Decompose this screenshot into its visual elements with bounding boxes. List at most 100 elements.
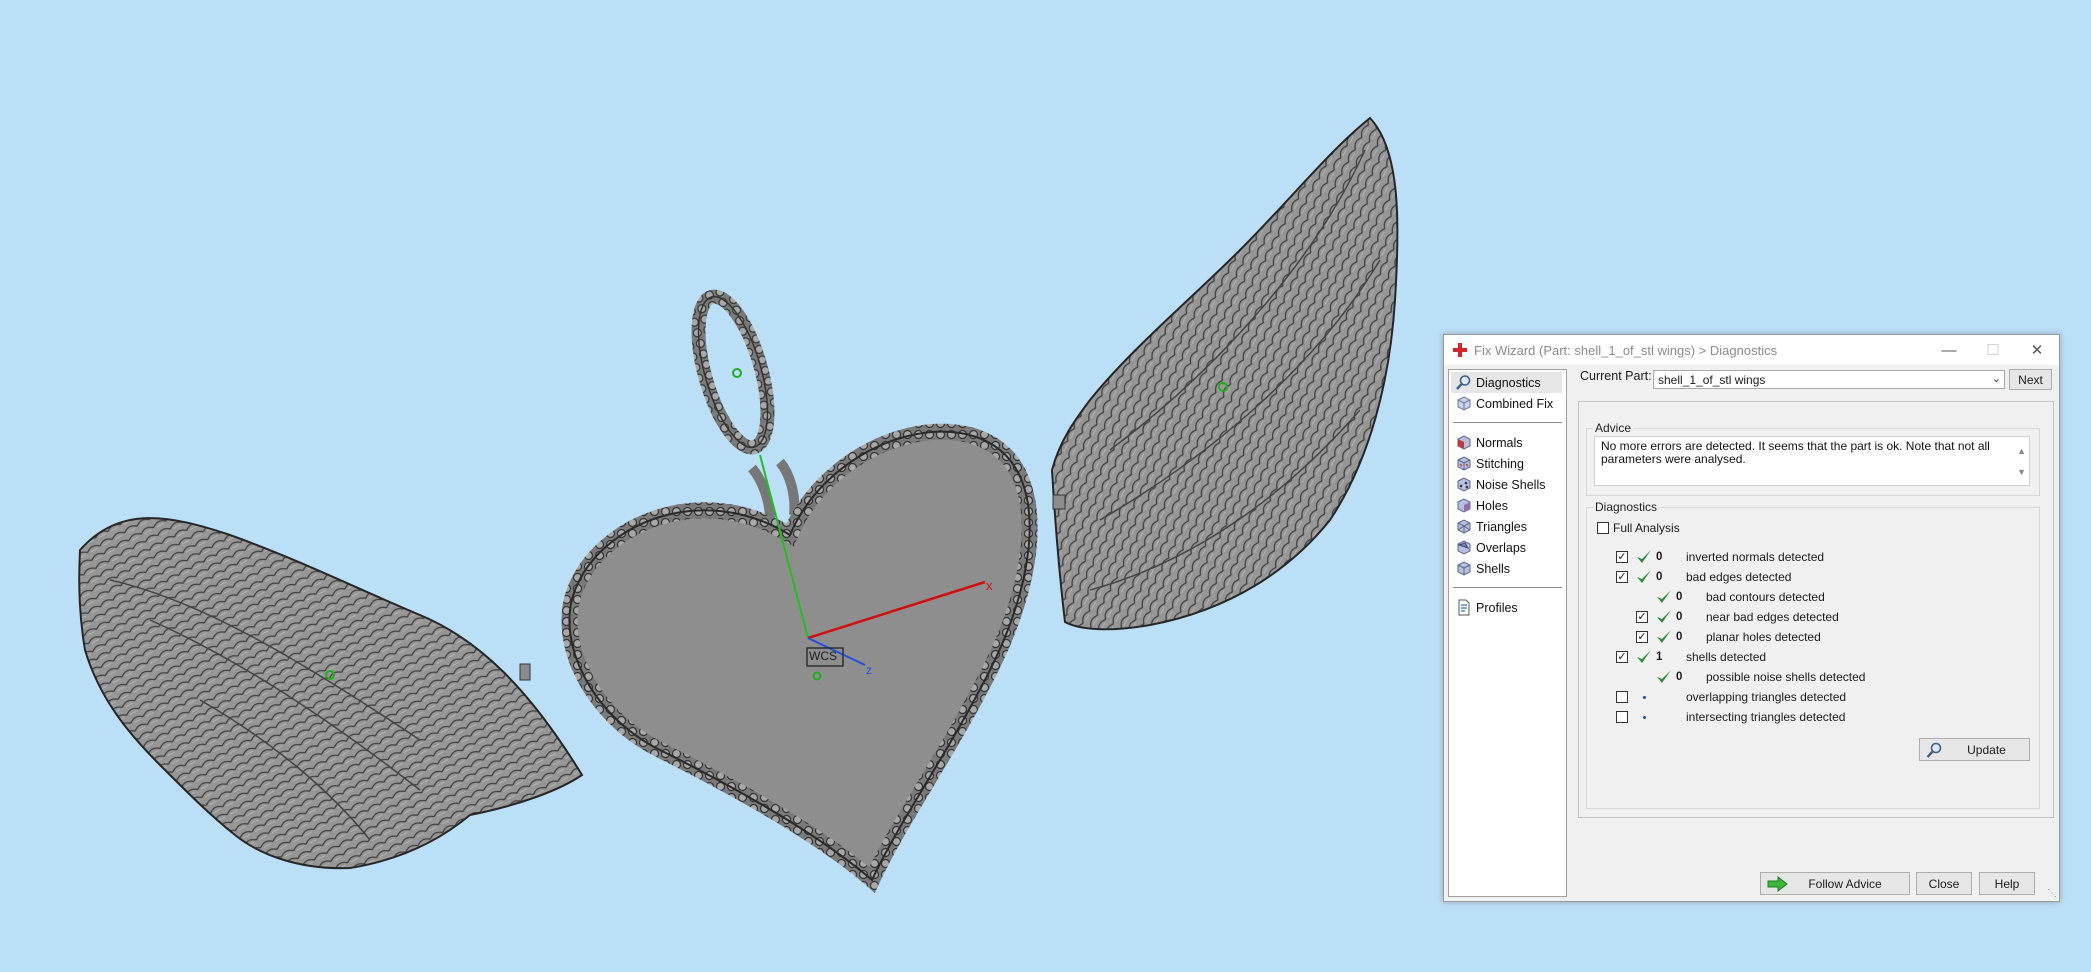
heart-pendant-model: [561, 423, 1038, 893]
row-checkbox[interactable]: [1616, 711, 1628, 723]
minimize-button[interactable]: —: [1927, 335, 1971, 365]
checkbox[interactable]: [1597, 522, 1609, 534]
sidebar-item-stitching[interactable]: Stitching: [1449, 453, 1566, 474]
fix-wizard-sidebar: Diagnostics Combined Fix Normals Stitchi…: [1448, 369, 1567, 897]
pending-dot-icon: [1642, 695, 1646, 699]
sidebar-item-label: Stitching: [1476, 456, 1524, 471]
holes-cube-icon: [1457, 498, 1471, 513]
green-check-icon: [1657, 590, 1671, 603]
red-cross-app-icon: [1453, 343, 1467, 357]
green-check-icon: [1657, 670, 1671, 683]
sidebar-item-combined-fix[interactable]: Combined Fix: [1449, 393, 1566, 414]
sidebar-item-overlaps[interactable]: Overlaps: [1449, 537, 1566, 558]
sidebar-item-label: Diagnostics: [1476, 375, 1541, 390]
maximize-button[interactable]: ☐: [1971, 335, 2015, 365]
green-check-icon: [1657, 610, 1671, 623]
advice-text: No more errors are detected. It seems th…: [1601, 439, 1990, 466]
sidebar-item-holes[interactable]: Holes: [1449, 495, 1566, 516]
sidebar-divider: [1453, 587, 1562, 588]
sidebar-item-normals[interactable]: Normals: [1449, 432, 1566, 453]
sidebar-item-label: Normals: [1476, 435, 1523, 450]
close-button[interactable]: Close: [1916, 872, 1972, 895]
sidebar-item-shells[interactable]: Shells: [1449, 558, 1566, 579]
sidebar-item-profiles[interactable]: Profiles: [1449, 597, 1566, 618]
advice-title: Advice: [1593, 421, 1634, 435]
current-part-dropdown[interactable]: shell_1_of_stl wings ⌄: [1653, 370, 2005, 389]
diagnostic-label: planar holes detected: [1706, 630, 1821, 644]
z-axis-label: z: [866, 663, 872, 677]
sidebar-item-label: Holes: [1476, 498, 1508, 513]
diagnostic-row: ✓ 0 bad edges detected: [1616, 568, 1791, 586]
current-part-value: shell_1_of_stl wings: [1658, 372, 1766, 387]
triangles-cube-icon: [1457, 519, 1471, 534]
diagnostic-row: 0 possible noise shells detected: [1656, 668, 1865, 686]
diagnostic-label: near bad edges detected: [1706, 610, 1839, 624]
diagnostic-label: overlapping triangles detected: [1686, 690, 1847, 704]
green-check-icon: [1637, 570, 1651, 583]
row-checkbox[interactable]: ✓: [1616, 551, 1628, 563]
full-analysis-checkbox[interactable]: Full Analysis: [1597, 519, 1680, 537]
diagnostic-label: bad contours detected: [1706, 590, 1825, 604]
update-button[interactable]: Update: [1919, 738, 2030, 761]
row-checkbox[interactable]: ✓: [1636, 611, 1648, 623]
wcs-label: WCS: [809, 649, 837, 663]
diagnostic-label: bad edges detected: [1686, 570, 1792, 584]
noise-shells-icon: [1457, 477, 1471, 492]
diagnostic-label: shells detected: [1686, 650, 1767, 664]
issue-count: 0: [1676, 591, 1683, 603]
sidebar-item-triangles[interactable]: Triangles: [1449, 516, 1566, 537]
magnifier-icon: [1456, 375, 1471, 390]
bail-ring-model: [691, 289, 775, 455]
sidebar-item-diagnostics[interactable]: Diagnostics: [1451, 372, 1562, 393]
stitching-cube-icon: [1457, 456, 1471, 471]
sidebar-item-label: Triangles: [1476, 519, 1527, 534]
diagnostic-row: 0 bad contours detected: [1656, 588, 1825, 606]
help-button[interactable]: Help: [1979, 872, 2035, 895]
left-wing-model: [78, 517, 584, 870]
diagnostic-label: possible noise shells detected: [1706, 670, 1866, 684]
advice-scrollbar[interactable]: ▲ ▼: [2017, 441, 2026, 483]
right-wing-model: [1050, 116, 1399, 631]
green-check-icon: [1637, 650, 1651, 663]
diagnostic-row: ✓ 0 near bad edges detected: [1636, 608, 1839, 626]
normals-cube-icon: [1457, 435, 1471, 450]
diagnostic-row: intersecting triangles detected: [1616, 708, 1845, 726]
diagnostics-title: Diagnostics: [1593, 500, 1660, 514]
pending-dot-icon: [1642, 715, 1646, 719]
dialog-titlebar[interactable]: Fix Wizard (Part: shell_1_of_stl wings) …: [1444, 335, 2059, 365]
green-check-icon: [1657, 630, 1671, 643]
fix-wizard-dialog: Fix Wizard (Part: shell_1_of_stl wings) …: [1443, 334, 2060, 902]
issue-count: 0: [1656, 551, 1663, 563]
sidebar-item-label: Overlaps: [1476, 540, 1527, 555]
green-arrow-icon: [1767, 876, 1788, 892]
shells-cube-icon: [1457, 561, 1471, 576]
profiles-document-icon: [1458, 599, 1470, 616]
row-checkbox[interactable]: ✓: [1616, 571, 1628, 583]
sidebar-divider: [1453, 422, 1562, 423]
issue-count: 1: [1656, 651, 1663, 663]
diagnostic-row: ✓ 0 inverted normals detected: [1616, 548, 1824, 566]
issue-count: 0: [1676, 631, 1683, 643]
sidebar-item-noise-shells[interactable]: Noise Shells: [1449, 474, 1566, 495]
chevron-down-icon: ⌄: [1991, 373, 2001, 385]
issue-count: 0: [1676, 611, 1683, 623]
follow-advice-button[interactable]: Follow Advice: [1760, 872, 1910, 895]
dialog-title: Fix Wizard (Part: shell_1_of_stl wings) …: [1474, 342, 1778, 358]
diagnostic-label: inverted normals detected: [1686, 550, 1825, 564]
next-button[interactable]: Next: [2009, 369, 2052, 390]
diagnostic-row: overlapping triangles detected: [1616, 688, 1846, 706]
row-checkbox[interactable]: [1616, 691, 1628, 703]
diagnostic-row: ✓ 0 planar holes detected: [1636, 628, 1821, 646]
advice-text-box: No more errors are detected. It seems th…: [1594, 436, 2030, 486]
green-check-icon: [1637, 550, 1651, 563]
overlaps-cube-icon: [1457, 540, 1471, 555]
update-button-label: Update: [1967, 742, 2006, 757]
row-checkbox[interactable]: ✓: [1616, 651, 1628, 663]
issue-count: 0: [1676, 671, 1683, 683]
close-window-button[interactable]: ✕: [2015, 335, 2059, 365]
resize-grip[interactable]: ⋱: [2047, 888, 2057, 899]
x-axis-label: x: [986, 578, 993, 593]
diagnostic-label: intersecting triangles detected: [1686, 710, 1846, 724]
issue-count: 0: [1656, 571, 1663, 583]
row-checkbox[interactable]: ✓: [1636, 631, 1648, 643]
